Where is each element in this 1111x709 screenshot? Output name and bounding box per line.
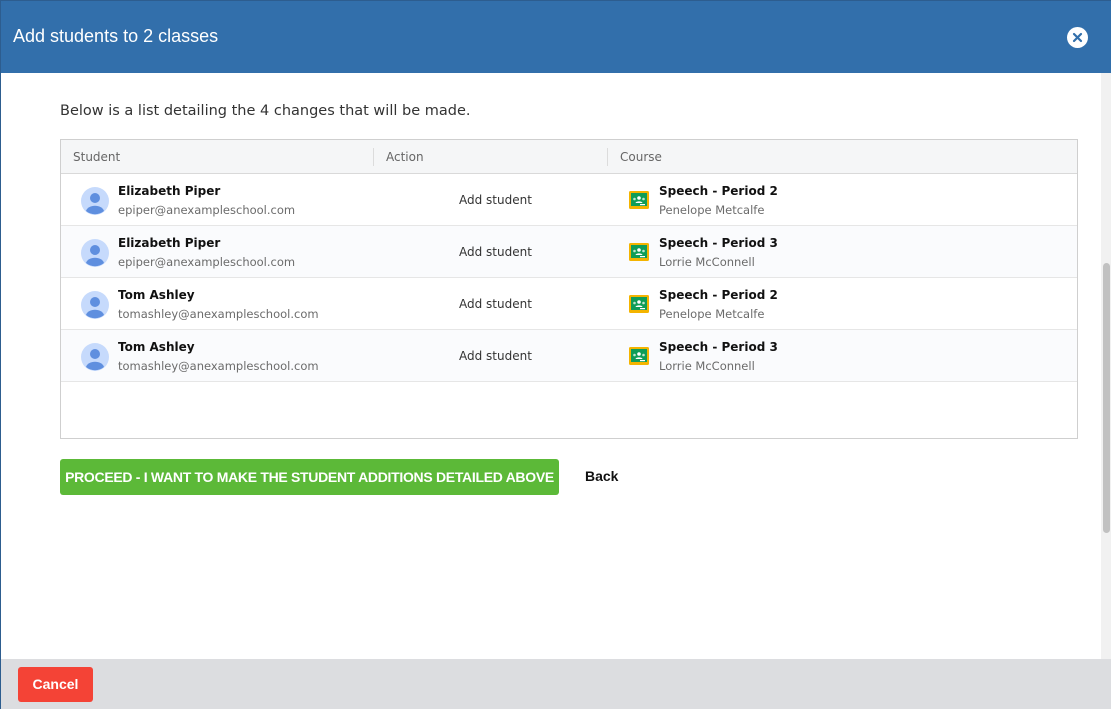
dialog: Add students to 2 classes Below is a lis… xyxy=(0,0,1111,709)
user-avatar-icon xyxy=(81,239,109,267)
student-email: epiper@anexampleschool.com xyxy=(118,255,296,269)
cancel-button[interactable]: Cancel xyxy=(18,667,93,702)
action-label: Add student xyxy=(459,297,532,311)
student-name: Elizabeth Piper xyxy=(118,236,221,250)
student-name: Tom Ashley xyxy=(118,288,195,302)
course-name: Speech - Period 3 xyxy=(659,236,778,250)
close-icon xyxy=(1072,32,1083,43)
back-button[interactable]: Back xyxy=(585,468,618,484)
changes-table: Student Action Course Elizabeth Piper ep… xyxy=(60,139,1078,439)
google-classroom-icon xyxy=(629,347,649,365)
student-name: Tom Ashley xyxy=(118,340,195,354)
table-header: Student Action Course xyxy=(61,140,1077,174)
column-divider xyxy=(373,148,374,166)
dialog-title: Add students to 2 classes xyxy=(13,26,219,46)
course-teacher: Lorrie McConnell xyxy=(659,359,755,373)
user-avatar-icon xyxy=(81,291,109,319)
student-name: Elizabeth Piper xyxy=(118,184,221,198)
table-row: Elizabeth Piper epiper@anexampleschool.c… xyxy=(61,174,1077,226)
student-email: tomashley@anexampleschool.com xyxy=(118,307,319,321)
table-row: Tom Ashley tomashley@anexampleschool.com… xyxy=(61,330,1077,382)
scrollbar-thumb[interactable] xyxy=(1103,263,1110,533)
user-avatar-icon xyxy=(81,187,109,215)
close-button[interactable] xyxy=(1067,27,1088,48)
action-label: Add student xyxy=(459,245,532,259)
google-classroom-icon xyxy=(629,243,649,261)
course-name: Speech - Period 2 xyxy=(659,184,778,198)
google-classroom-icon xyxy=(629,295,649,313)
intro-text: Below is a list detailing the 4 changes … xyxy=(60,103,471,119)
course-teacher: Penelope Metcalfe xyxy=(659,307,765,321)
action-label: Add student xyxy=(459,193,532,207)
table-row: Tom Ashley tomashley@anexampleschool.com… xyxy=(61,278,1077,330)
action-label: Add student xyxy=(459,349,532,363)
proceed-button[interactable]: PROCEED - I WANT TO MAKE THE STUDENT ADD… xyxy=(60,459,559,495)
course-name: Speech - Period 2 xyxy=(659,288,778,302)
column-header-action: Action xyxy=(386,150,424,164)
student-email: tomashley@anexampleschool.com xyxy=(118,359,319,373)
course-name: Speech - Period 3 xyxy=(659,340,778,354)
column-header-course: Course xyxy=(620,150,662,164)
column-divider xyxy=(607,148,608,166)
dialog-header: Add students to 2 classes xyxy=(1,1,1111,73)
table-row: Elizabeth Piper epiper@anexampleschool.c… xyxy=(61,226,1077,278)
column-header-student: Student xyxy=(73,150,121,164)
user-avatar-icon xyxy=(81,343,109,371)
google-classroom-icon xyxy=(629,191,649,209)
course-teacher: Lorrie McConnell xyxy=(659,255,755,269)
course-teacher: Penelope Metcalfe xyxy=(659,203,765,217)
student-email: epiper@anexampleschool.com xyxy=(118,203,296,217)
dialog-footer: Cancel xyxy=(1,659,1111,709)
